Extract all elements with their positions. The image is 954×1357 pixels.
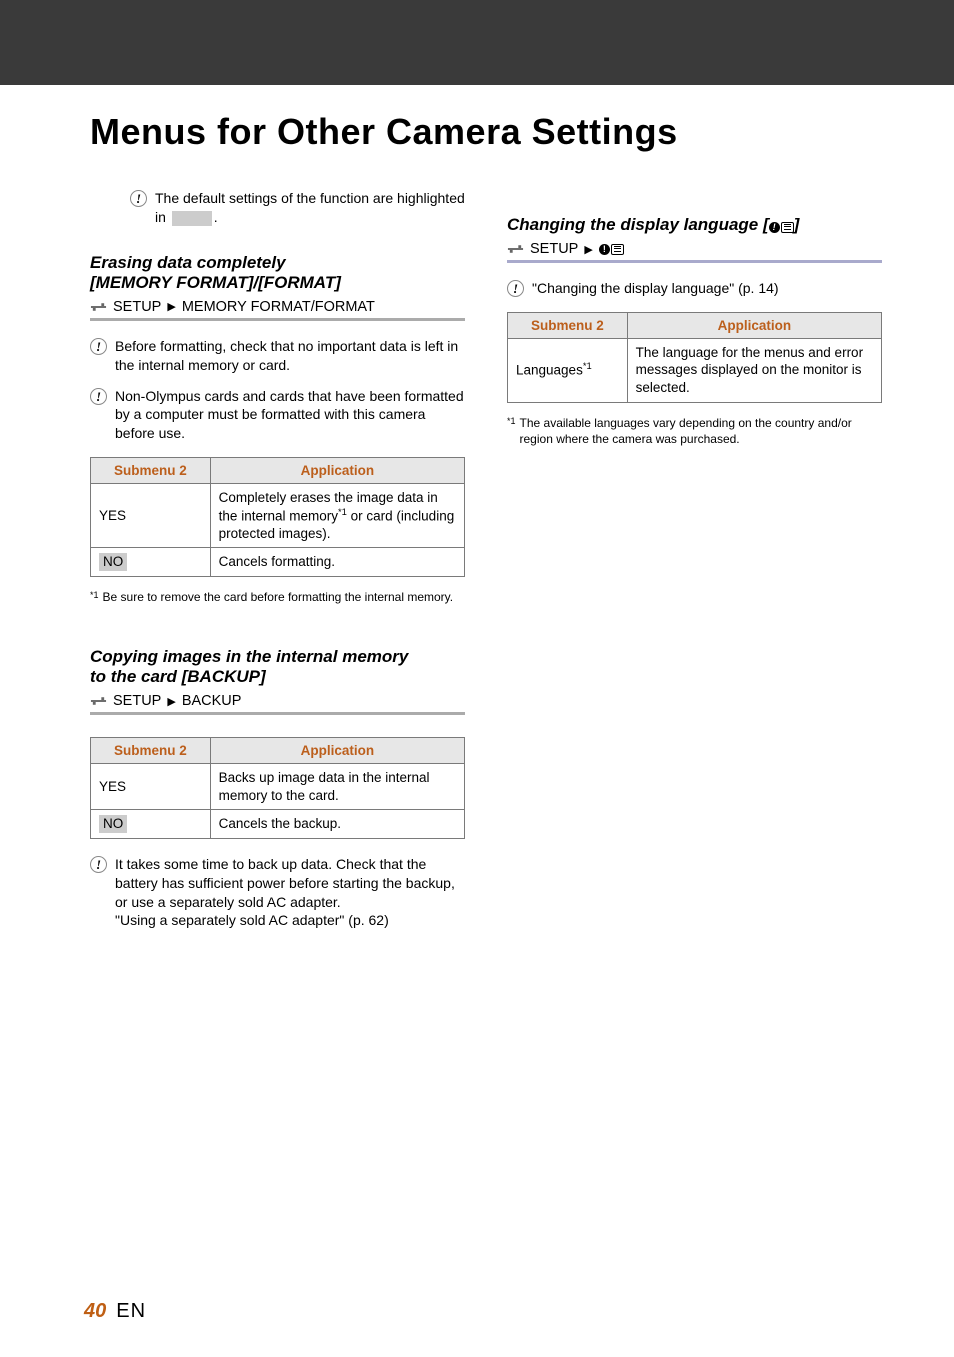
option-languages-desc: The language for the menus and error mes… xyxy=(627,338,881,402)
table-row: NO Cancels the backup. xyxy=(91,810,465,839)
sec1-title-l2: [MEMORY FORMAT]/[FORMAT] xyxy=(90,273,465,293)
chevron-right-icon: ▶ xyxy=(167,300,175,313)
alert-icon: ! xyxy=(507,280,524,297)
sec2-title-l2: to the card [BACKUP] xyxy=(90,667,465,687)
section-backup-title: Copying images in the internal memory to… xyxy=(90,647,465,687)
path-item-label: BACKUP xyxy=(182,693,242,709)
right-column: Changing the display language [!] SETUP … xyxy=(507,189,882,942)
page-title: Menus for Other Camera Settings xyxy=(90,111,954,153)
option-no-label: NO xyxy=(99,553,127,571)
desc-sup: *1 xyxy=(338,507,347,518)
sec2-title-l1: Copying images in the internal memory xyxy=(90,647,465,667)
option-yes: YES xyxy=(91,484,211,548)
highlight-swatch xyxy=(172,211,212,226)
col-header-application: Application xyxy=(210,458,464,484)
option-no-label: NO xyxy=(99,815,127,833)
path-setup-label: SETUP xyxy=(530,241,578,257)
table-header-row: Submenu 2 Application xyxy=(91,458,465,484)
lang-title-a: Changing the display language [ xyxy=(507,215,769,234)
header-bar xyxy=(0,0,954,85)
footnote-text: The available languages vary depending o… xyxy=(520,415,882,447)
content-columns: ! The default settings of the function a… xyxy=(0,153,954,942)
language-options-table: Submenu 2 Application Languages*1 The la… xyxy=(507,312,882,403)
format-footnote: *1 Be sure to remove the card before for… xyxy=(90,589,465,605)
option-yes: YES xyxy=(91,764,211,810)
backup-note-b: "Using a separately sold AC adapter" (p.… xyxy=(115,912,389,928)
option-no-desc: Cancels the backup. xyxy=(210,810,464,839)
footnote-marker: *1 xyxy=(90,589,99,605)
option-no-desc: Cancels formatting. xyxy=(210,548,464,577)
table-header-row: Submenu 2 Application xyxy=(508,312,882,338)
language-note-text: "Changing the display language" (p. 14) xyxy=(532,279,882,298)
path-item-label: MEMORY FORMAT/FORMAT xyxy=(182,299,375,315)
lang-title-b: ] xyxy=(794,215,800,234)
table-row: YES Completely erases the image data in … xyxy=(91,484,465,548)
backup-note-text: It takes some time to back up data. Chec… xyxy=(115,855,465,931)
left-column: ! The default settings of the function a… xyxy=(90,189,465,942)
backup-note-a: It takes some time to back up data. Chec… xyxy=(115,856,455,910)
breadcrumb-backup: SETUP ▶ BACKUP xyxy=(90,693,465,715)
language-icon: ! xyxy=(599,244,624,255)
option-languages-label: Languages xyxy=(516,363,583,378)
alert-icon: ! xyxy=(130,190,147,207)
option-languages-sup: *1 xyxy=(583,361,592,372)
path-setup-label: SETUP xyxy=(113,299,161,315)
backup-options-table: Submenu 2 Application YES Backs up image… xyxy=(90,737,465,839)
page-footer: 40 EN xyxy=(84,1300,146,1323)
setup-icon xyxy=(90,694,107,708)
format-options-table: Submenu 2 Application YES Completely era… xyxy=(90,457,465,577)
col-header-application: Application xyxy=(210,738,464,764)
backup-note: ! It takes some time to back up data. Ch… xyxy=(90,855,465,931)
breadcrumb-language: SETUP ▶ ! xyxy=(507,241,882,263)
section-language-title: Changing the display language [!] xyxy=(507,215,882,235)
option-languages: Languages*1 xyxy=(508,338,628,402)
language-footnote: *1 The available languages vary dependin… xyxy=(507,415,882,447)
setup-icon xyxy=(90,300,107,314)
footnote-text: Be sure to remove the card before format… xyxy=(103,589,454,605)
format-note-1-text: Before formatting, check that no importa… xyxy=(115,337,465,375)
option-yes-desc: Completely erases the image data in the … xyxy=(210,484,464,548)
language-note: ! "Changing the display language" (p. 14… xyxy=(507,279,882,298)
format-note-2: ! Non-Olympus cards and cards that have … xyxy=(90,387,465,444)
alert-icon: ! xyxy=(90,338,107,355)
sec1-title-l1: Erasing data completely xyxy=(90,253,465,273)
col-header-submenu: Submenu 2 xyxy=(91,458,211,484)
intro-text: The default settings of the function are… xyxy=(155,189,465,227)
col-header-submenu: Submenu 2 xyxy=(508,312,628,338)
page-number: 40 xyxy=(84,1300,106,1323)
section-memory-format-title: Erasing data completely [MEMORY FORMAT]/… xyxy=(90,253,465,293)
setup-icon xyxy=(507,242,524,256)
table-row: NO Cancels formatting. xyxy=(91,548,465,577)
language-icon: ! xyxy=(769,222,794,233)
col-header-submenu: Submenu 2 xyxy=(91,738,211,764)
col-header-application: Application xyxy=(627,312,881,338)
option-no: NO xyxy=(91,548,211,577)
option-no: NO xyxy=(91,810,211,839)
intro-note: ! The default settings of the function a… xyxy=(130,189,465,227)
table-row: YES Backs up image data in the internal … xyxy=(91,764,465,810)
format-note-2-text: Non-Olympus cards and cards that have be… xyxy=(115,387,465,444)
path-setup-label: SETUP xyxy=(113,693,161,709)
page-language: EN xyxy=(116,1300,146,1323)
format-note-1: ! Before formatting, check that no impor… xyxy=(90,337,465,375)
chevron-right-icon: ▶ xyxy=(167,695,175,708)
alert-icon: ! xyxy=(90,856,107,873)
table-header-row: Submenu 2 Application xyxy=(91,738,465,764)
chevron-right-icon: ▶ xyxy=(584,243,592,256)
intro-text-b: . xyxy=(214,209,218,225)
footnote-marker: *1 xyxy=(507,415,516,447)
breadcrumb-memory-format: SETUP ▶ MEMORY FORMAT/FORMAT xyxy=(90,299,465,321)
alert-icon: ! xyxy=(90,388,107,405)
table-row: Languages*1 The language for the menus a… xyxy=(508,338,882,402)
option-yes-desc: Backs up image data in the internal memo… xyxy=(210,764,464,810)
